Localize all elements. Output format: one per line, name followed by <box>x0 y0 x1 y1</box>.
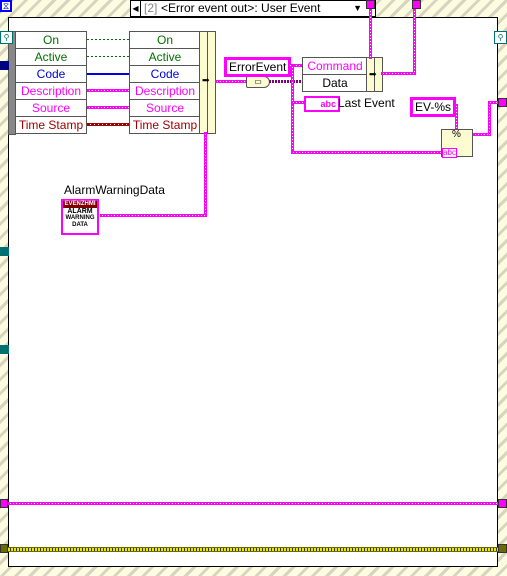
wire-source <box>87 106 129 109</box>
wire-top-1 <box>369 9 372 59</box>
alarm-warning-data-subvi[interactable]: EVENZHMI ALARM WARNING DATA <box>61 199 99 235</box>
subvi-line-1: ALARM <box>67 208 93 215</box>
wire-variant-out <box>269 80 302 83</box>
wire-active <box>87 56 129 57</box>
arrow-icon: ➡ <box>202 75 210 85</box>
subvi-line-3: DATA <box>72 222 88 228</box>
input-field-description: Description <box>16 83 86 100</box>
error-event-constant[interactable]: ErrorEvent <box>224 57 292 77</box>
last-event-label: Last Event <box>338 96 395 110</box>
wire-message-out <box>381 72 416 75</box>
format-into-string-node[interactable]: % abc <box>441 129 473 158</box>
top-tunnel-2 <box>412 0 421 9</box>
subvi-header: EVENZHMI <box>63 201 97 208</box>
bundle-node[interactable]: ➡ <box>199 31 216 134</box>
chevron-down-icon[interactable]: ▼ <box>353 1 362 16</box>
output-field-code: Code <box>130 66 200 83</box>
percent-icon: % <box>452 129 461 140</box>
wire-code <box>87 73 129 75</box>
format-string-constant[interactable]: EV-%s <box>410 97 457 117</box>
output-field-active: Active <box>130 49 200 66</box>
hourglass-icon: ⧖ <box>2 1 10 11</box>
left-olive-tunnel <box>0 544 8 553</box>
message-field-command: Command <box>303 58 367 75</box>
wire-bundle-out <box>215 80 247 83</box>
input-cluster: On Active Code Description Source Time S… <box>15 31 87 134</box>
wire-description <box>87 89 129 92</box>
abc-icon: abc <box>442 148 457 158</box>
output-field-on: On <box>130 32 200 49</box>
input-field-on: On <box>16 32 86 49</box>
wire-alarm-horizontal <box>100 214 207 217</box>
decrement-case-button[interactable]: ◀ <box>131 1 141 16</box>
output-field-time-stamp: Time Stamp <box>132 118 198 132</box>
right-olive-tunnel <box>498 544 507 553</box>
event-case-selector[interactable]: ◀ [2] <Error event out>: User Event ▼ <box>130 0 376 17</box>
wire-command-vertical <box>291 65 294 154</box>
message-field-data: Data <box>322 76 348 90</box>
left-tunnel-teal-1 <box>0 247 9 256</box>
arrow-icon: ➡ <box>369 69 377 79</box>
wire-last-event <box>291 101 305 104</box>
wire-format-up <box>488 102 491 135</box>
wire-format-string <box>455 104 458 130</box>
wire-on <box>87 39 129 40</box>
left-tunnel-blue <box>0 61 9 70</box>
case-label: <Error event out>: User Event <box>161 1 321 15</box>
input-field-active: Active <box>16 49 86 66</box>
reg-event-icon[interactable]: ⚲ <box>0 31 13 44</box>
timeout-terminal[interactable]: ⧖ <box>0 0 12 12</box>
message-cluster: Command Data <box>302 57 368 92</box>
reg-event-icon-right[interactable]: ⚲ <box>494 31 507 44</box>
wire-string-passthrough <box>8 502 498 505</box>
last-event-indicator[interactable]: abc <box>304 96 340 112</box>
last-event-icon: abc <box>320 99 336 109</box>
wire-time-stamp <box>87 123 129 126</box>
output-cluster: On Active Code Description Source Time S… <box>129 31 201 134</box>
left-tunnel-teal-2 <box>0 345 9 354</box>
right-pink-tunnel <box>498 499 507 508</box>
alarm-warning-data-label: AlarmWarningData <box>64 183 165 197</box>
input-field-code: Code <box>16 66 86 83</box>
wire-error-passthrough <box>8 547 498 552</box>
output-field-description: Description <box>130 83 200 100</box>
input-field-time-stamp: Time Stamp <box>18 118 84 132</box>
wire-alarm-vertical <box>204 132 207 216</box>
subvi-line-2: WARNING <box>65 215 95 221</box>
to-variant-node[interactable]: ▭ <box>246 76 270 88</box>
top-tunnel-1 <box>366 0 375 9</box>
left-pink-tunnel <box>0 499 8 508</box>
output-field-source: Source <box>130 100 200 117</box>
case-index: [2] <box>144 1 158 15</box>
wire-top-2 <box>413 9 416 75</box>
input-field-source: Source <box>16 100 86 117</box>
wire-to-format <box>291 151 441 154</box>
right-string-tunnel <box>498 98 507 107</box>
